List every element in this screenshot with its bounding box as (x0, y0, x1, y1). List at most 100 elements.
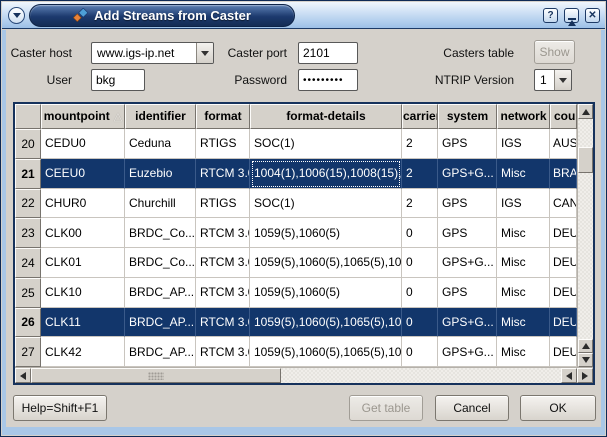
table-cell-system[interactable]: GPS+G... (438, 337, 497, 367)
table-cell-format[interactable]: RTCM 3.0 (196, 337, 250, 367)
table-cell-identifier[interactable]: Euzebio (125, 159, 196, 189)
table-cell-mountpoint[interactable]: CLK01 (41, 248, 125, 278)
table-cell-identifier[interactable]: BRDC_AP... (125, 278, 196, 308)
get-table-button[interactable]: Get table (349, 395, 423, 421)
scroll-left-button-2[interactable] (561, 368, 577, 383)
column-header-format-details[interactable]: format-details (250, 104, 402, 129)
row-header[interactable]: 22 (15, 189, 41, 219)
table-cell-carrier[interactable]: 2 (402, 159, 438, 189)
table-cell-format[interactable]: RTCM 3.0 (196, 278, 250, 308)
vertical-scroll-track[interactable] (578, 119, 593, 339)
table-row[interactable]: 20CEDU0CedunaRTIGSSOC(1)2GPSIGSAUS (15, 129, 577, 159)
table-cell-system[interactable]: GPS (438, 189, 497, 219)
column-header-mountpoint[interactable]: mountpoint△ (41, 104, 125, 129)
scroll-up-button-2[interactable] (578, 339, 593, 353)
table-cell-identifier[interactable]: BRDC_Co... (125, 218, 196, 248)
horizontal-scrollbar[interactable] (15, 367, 593, 383)
vertical-scrollbar[interactable] (577, 104, 593, 367)
help-button[interactable]: ? (543, 8, 558, 23)
table-row[interactable]: 25CLK10BRDC_AP...RTCM 3.01059(5),1060(5)… (15, 278, 577, 308)
table-cell-details[interactable]: SOC(1) (250, 129, 402, 159)
row-header[interactable]: 26 (15, 308, 41, 338)
column-header-format[interactable]: format (196, 104, 250, 129)
table-cell-system[interactable]: GPS (438, 129, 497, 159)
table-cell-format[interactable]: RTCM 3.0 (196, 248, 250, 278)
table-cell-details[interactable]: 1059(5),1060(5),1065(5),106... (250, 337, 402, 367)
ntrip-version-combobox[interactable]: 1 (534, 69, 572, 91)
help-shortcut-button[interactable]: Help=Shift+F1 (13, 395, 107, 421)
user-input[interactable] (91, 69, 145, 91)
table-cell-details[interactable]: 1059(5),1060(5),1065(5),106... (250, 248, 402, 278)
table-cell-identifier[interactable]: BRDC_AP... (125, 337, 196, 367)
table-cell-network[interactable]: Misc (497, 218, 550, 248)
table-cell-mountpoint[interactable]: CHUR0 (41, 189, 125, 219)
column-header-carrier[interactable]: carrier (402, 104, 438, 129)
column-header-country[interactable]: country (550, 104, 577, 129)
table-cell-network[interactable]: Misc (497, 248, 550, 278)
window-menu-button[interactable] (8, 7, 25, 24)
ntrip-version-dropdown-button[interactable] (554, 70, 571, 90)
table-cell-identifier[interactable]: Churchill (125, 189, 196, 219)
table-cell-carrier[interactable]: 0 (402, 278, 438, 308)
table-cell-system[interactable]: GPS+G... (438, 159, 497, 189)
table-cell-country[interactable]: DEU (550, 308, 577, 338)
table-cell-carrier[interactable]: 0 (402, 248, 438, 278)
table-row[interactable]: 27CLK42BRDC_AP...RTCM 3.01059(5),1060(5)… (15, 337, 577, 367)
table-cell-mountpoint[interactable]: CLK11 (41, 308, 125, 338)
table-cell-mountpoint[interactable]: CEEU0 (41, 159, 125, 189)
table-cell-mountpoint[interactable]: CLK00 (41, 218, 125, 248)
table-cell-mountpoint[interactable]: CEDU0 (41, 129, 125, 159)
scroll-right-button[interactable] (577, 368, 593, 383)
table-cell-network[interactable]: IGS (497, 189, 550, 219)
table-cell-carrier[interactable]: 2 (402, 129, 438, 159)
table-row[interactable]: 26CLK11BRDC_AP...RTCM 3.01059(5),1060(5)… (15, 308, 577, 338)
table-cell-system[interactable]: GPS+G... (438, 308, 497, 338)
table-cell-carrier[interactable]: 0 (402, 308, 438, 338)
table-cell-format[interactable]: RTCM 3.0 (196, 308, 250, 338)
table-cell-details[interactable]: 1059(5),1060(5) (250, 278, 402, 308)
table-cell-country[interactable]: DEU (550, 278, 577, 308)
table-cell-network[interactable]: Misc (497, 159, 550, 189)
titlebar[interactable]: Add Streams from Caster ? ✕ (2, 2, 605, 29)
table-row[interactable]: 22CHUR0ChurchillRTIGSSOC(1)2GPSIGSCAN (15, 189, 577, 219)
close-button[interactable]: ✕ (585, 8, 600, 23)
password-input[interactable] (298, 69, 358, 91)
table-cell-network[interactable]: Misc (497, 308, 550, 338)
scroll-left-button[interactable] (15, 368, 31, 383)
table-cell-format[interactable]: RTIGS (196, 189, 250, 219)
horizontal-scroll-track[interactable] (281, 368, 561, 383)
table-row[interactable]: 21CEEU0EuzebioRTCM 3.01004(1),1006(15),1… (15, 159, 577, 189)
table-cell-format[interactable]: RTIGS (196, 129, 250, 159)
table-cell-country[interactable]: BRA (550, 159, 577, 189)
table-cell-identifier[interactable]: BRDC_AP... (125, 308, 196, 338)
table-cell-carrier[interactable]: 0 (402, 337, 438, 367)
ok-button[interactable]: OK (520, 395, 596, 421)
column-header-network[interactable]: network (497, 104, 550, 129)
table-cell-country[interactable]: AUS (550, 129, 577, 159)
table-cell-country[interactable]: DEU (550, 248, 577, 278)
table-cell-country[interactable]: DEU (550, 337, 577, 367)
table-cell-format[interactable]: RTCM 3.0 (196, 218, 250, 248)
column-header-system[interactable]: system (438, 104, 497, 129)
table-cell-system[interactable]: GPS (438, 218, 497, 248)
caster-port-input[interactable] (298, 42, 358, 64)
column-header-identifier[interactable]: identifier (125, 104, 196, 129)
table-cell-mountpoint[interactable]: CLK42 (41, 337, 125, 367)
cancel-button[interactable]: Cancel (435, 395, 509, 421)
row-header[interactable]: 21 (15, 159, 41, 189)
scroll-down-button[interactable] (578, 353, 593, 367)
table-cell-identifier[interactable]: BRDC_Co... (125, 248, 196, 278)
table-cell-network[interactable]: Misc (497, 278, 550, 308)
show-button[interactable]: Show (534, 40, 575, 64)
table-cell-country[interactable]: CAN (550, 189, 577, 219)
scroll-up-button[interactable] (578, 104, 593, 119)
table-row[interactable]: 24CLK01BRDC_Co...RTCM 3.01059(5),1060(5)… (15, 248, 577, 278)
shade-button[interactable] (564, 8, 579, 23)
table-cell-carrier[interactable]: 0 (402, 218, 438, 248)
table-cell-country[interactable]: DEU (550, 218, 577, 248)
table-cell-system[interactable]: GPS+G... (438, 248, 497, 278)
vertical-scroll-thumb[interactable] (578, 147, 593, 173)
table-cell-network[interactable]: IGS (497, 129, 550, 159)
table-cell-format[interactable]: RTCM 3.0 (196, 159, 250, 189)
row-header[interactable]: 24 (15, 248, 41, 278)
